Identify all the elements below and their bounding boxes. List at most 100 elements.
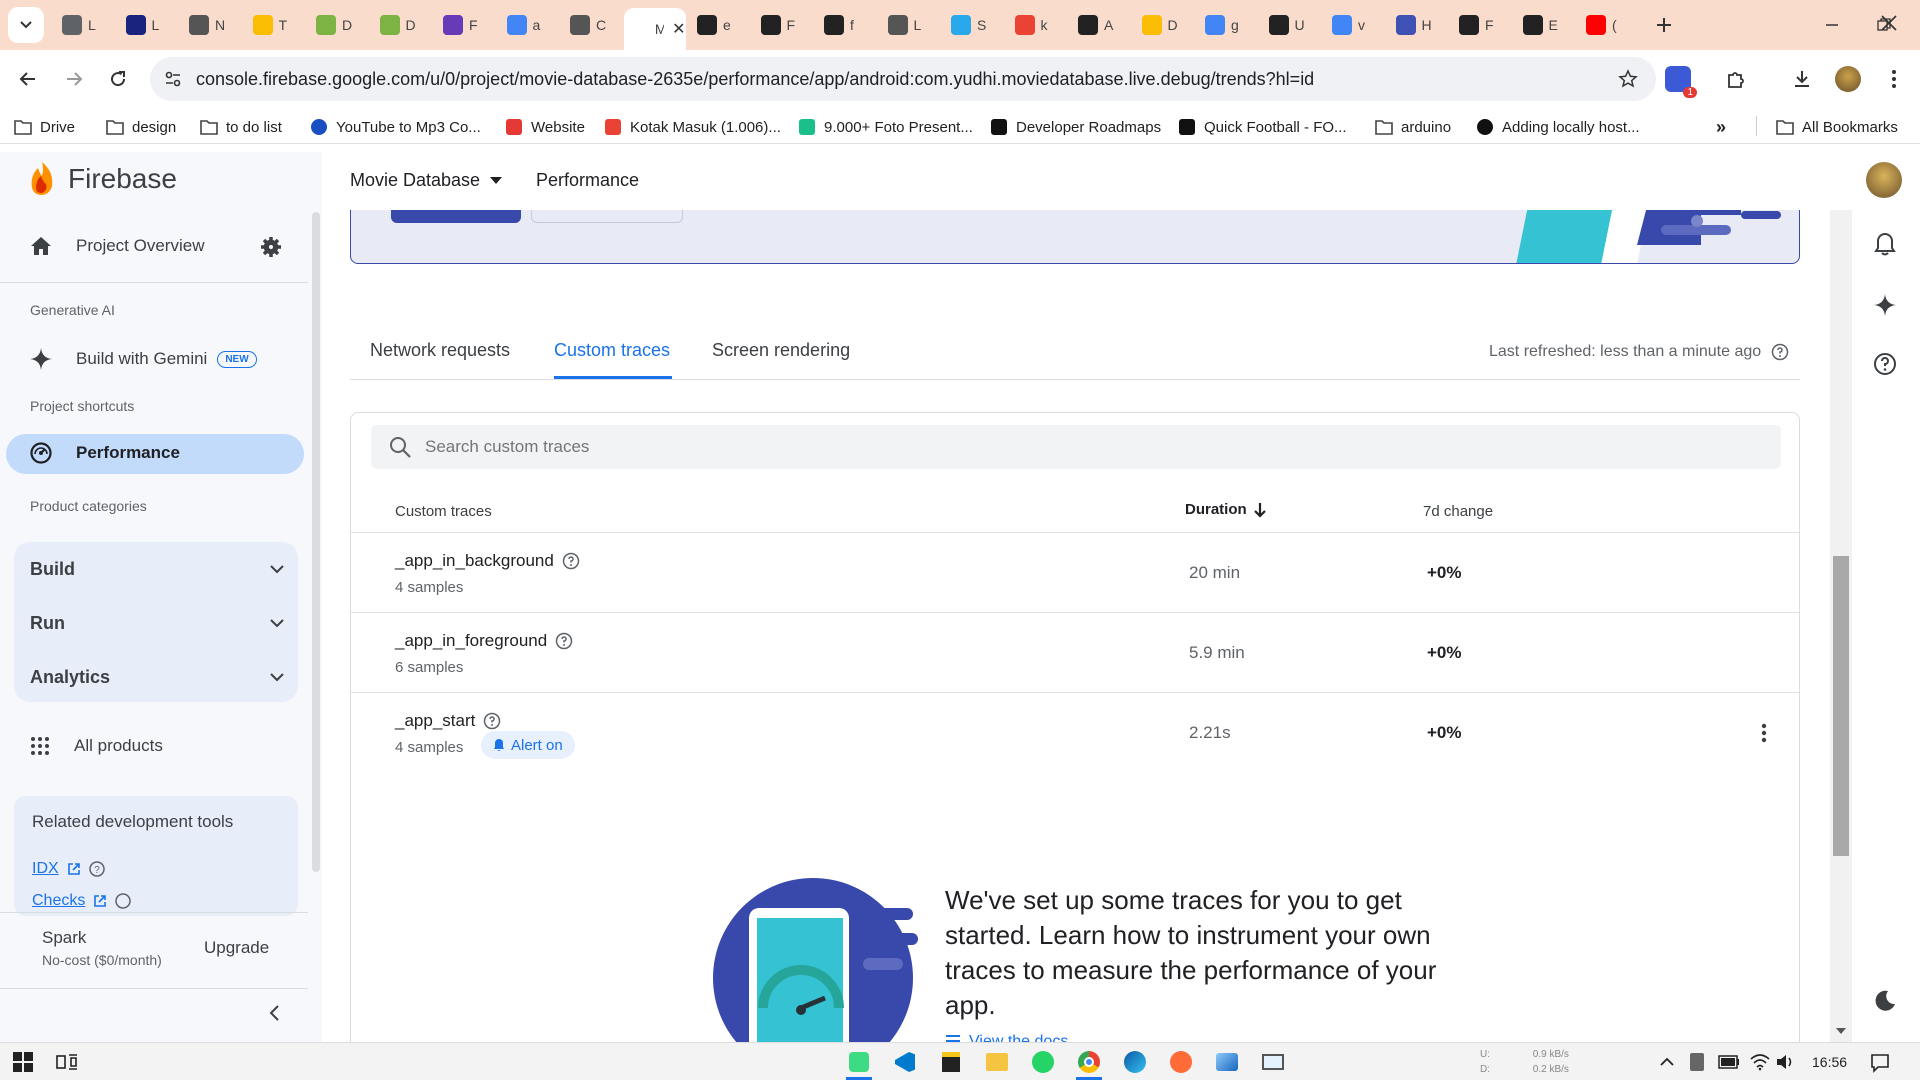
extensions-active-button[interactable]: 1 [1660, 61, 1697, 98]
minimize-button[interactable] [1814, 7, 1850, 43]
sparkle-icon[interactable] [1874, 294, 1896, 316]
bookmark-item[interactable]: Website [505, 116, 585, 138]
tab-screen-rendering[interactable]: Screen rendering [712, 340, 850, 361]
help-icon[interactable] [1873, 352, 1897, 376]
bookmark-item[interactable]: to do list [200, 116, 282, 138]
extensions-button[interactable] [1718, 61, 1754, 97]
browser-tab[interactable]: f [814, 8, 876, 42]
project-selector[interactable]: Movie Database [350, 170, 503, 191]
url-text[interactable]: console.firebase.google.com/u/0/project/… [196, 69, 1314, 90]
profile-button[interactable] [1830, 61, 1866, 97]
account-avatar[interactable] [1866, 162, 1902, 198]
bell-icon[interactable] [1874, 232, 1896, 256]
browser-tab[interactable]: F [1449, 8, 1511, 42]
close-tab-icon[interactable]: ✕ [672, 19, 685, 39]
tab-custom-traces[interactable]: Custom traces [554, 340, 670, 361]
chevron-up-icon[interactable] [1660, 1057, 1674, 1067]
clock[interactable]: 16:56 [1812, 1054, 1847, 1070]
category-build[interactable]: Build [14, 542, 298, 596]
help-icon[interactable] [115, 893, 132, 909]
bookmark-item[interactable]: Quick Football - FO... [1178, 116, 1347, 138]
banner-primary-button[interactable] [391, 210, 521, 223]
bookmark-item[interactable]: Adding locally host... [1476, 116, 1640, 138]
browser-tab[interactable]: M ✕ [623, 8, 686, 50]
sidebar-item-all-products[interactable]: All products [30, 736, 163, 756]
reload-button[interactable] [100, 61, 136, 97]
taskbar-android-studio[interactable] [846, 1049, 872, 1075]
page-scrollbar-thumb[interactable] [1833, 556, 1849, 856]
checks-link[interactable]: Checks [32, 892, 132, 910]
browser-tab[interactable]: e [687, 8, 749, 42]
forward-button[interactable] [56, 61, 92, 97]
bookmark-star-icon[interactable] [1618, 69, 1638, 89]
trace-name[interactable]: _app_in_foreground [395, 631, 573, 651]
taskbar-whatsapp[interactable] [1030, 1049, 1056, 1075]
more-bookmarks-button[interactable]: » [1716, 116, 1726, 138]
back-button[interactable] [10, 61, 46, 97]
taskbar-chrome[interactable] [1076, 1049, 1102, 1075]
bookmark-item[interactable]: YouTube to Mp3 Co... [310, 116, 481, 138]
browser-tab[interactable]: A [1068, 8, 1130, 42]
bookmark-item[interactable]: 9.000+ Foto Present... [798, 116, 973, 138]
browser-tab[interactable]: S [941, 8, 1003, 42]
browser-tab[interactable]: v [1322, 8, 1384, 42]
table-row[interactable]: _app_start 4 samples Alert on 2.21s +0% [351, 693, 1799, 773]
help-icon[interactable]: ? [88, 861, 105, 877]
banner-secondary-button[interactable] [531, 210, 683, 223]
dark-mode-icon[interactable] [1874, 990, 1896, 1012]
site-info-icon[interactable] [164, 70, 182, 88]
browser-tab[interactable]: k [1005, 8, 1067, 42]
browser-tab[interactable]: D [370, 8, 432, 42]
browser-tab[interactable]: g [1195, 8, 1257, 42]
browser-tab[interactable]: T [243, 8, 305, 42]
column-header-duration[interactable]: Duration [1185, 501, 1267, 518]
volume-icon[interactable] [1776, 1053, 1796, 1071]
taskbar-app[interactable] [1214, 1049, 1240, 1075]
browser-tab[interactable]: E [1513, 8, 1575, 42]
all-bookmarks-button[interactable]: All Bookmarks [1776, 116, 1898, 138]
task-view-button[interactable] [54, 1049, 80, 1075]
taskbar-postman[interactable] [1168, 1049, 1194, 1075]
table-row[interactable]: _app_in_foreground 6 samples 5.9 min +0% [351, 613, 1799, 693]
scroll-down-arrow-icon[interactable] [1836, 1028, 1846, 1036]
category-analytics[interactable]: Analytics [14, 650, 298, 704]
wifi-icon[interactable] [1750, 1053, 1770, 1071]
tab-search-button[interactable] [8, 7, 44, 43]
bookmark-item[interactable]: design [106, 116, 176, 138]
taskbar-vscode[interactable] [892, 1049, 918, 1075]
category-run[interactable]: Run [14, 596, 298, 650]
sidebar-scrollbar[interactable] [312, 212, 320, 872]
help-icon[interactable] [483, 712, 501, 730]
bookmark-item[interactable]: Drive [14, 116, 75, 138]
browser-tab[interactable]: U [1259, 8, 1321, 42]
bookmark-item[interactable]: arduino [1375, 116, 1451, 138]
trace-name[interactable]: _app_start [395, 711, 501, 731]
taskbar-edge[interactable] [1122, 1049, 1148, 1075]
help-icon[interactable] [562, 552, 580, 570]
taskbar-file-explorer[interactable] [984, 1049, 1010, 1075]
browser-tab[interactable]: L [52, 8, 114, 42]
search-custom-traces[interactable] [371, 425, 1781, 469]
collapse-sidebar-button[interactable] [268, 1004, 280, 1022]
page-scrollbar-track[interactable] [1830, 210, 1852, 1042]
upgrade-button[interactable]: Upgrade [204, 938, 269, 958]
more-vert-icon[interactable] [1761, 723, 1767, 743]
section-title[interactable]: Performance [536, 170, 639, 191]
browser-menu-button[interactable] [1876, 61, 1912, 97]
help-icon[interactable] [1771, 343, 1789, 361]
battery-icon[interactable] [1718, 1055, 1740, 1069]
browser-tab[interactable]: H [1386, 8, 1448, 42]
browser-tab[interactable]: N [179, 8, 241, 42]
bookmark-item[interactable]: Developer Roadmaps [990, 116, 1161, 138]
tab-network-requests[interactable]: Network requests [370, 340, 510, 361]
taskbar-monitor[interactable] [1260, 1049, 1286, 1075]
help-icon[interactable] [555, 632, 573, 650]
table-row[interactable]: _app_in_background 4 samples 20 min +0% [351, 533, 1799, 613]
sidebar-item-build-with-gemini[interactable]: Build with Gemini NEW [30, 348, 257, 370]
browser-tab[interactable]: a [497, 8, 559, 42]
bookmark-item[interactable]: Kotak Masuk (1.006)... [604, 116, 781, 138]
trace-name[interactable]: _app_in_background [395, 551, 580, 571]
firebase-logo[interactable]: Firebase [28, 162, 177, 196]
browser-tab[interactable]: D [1132, 8, 1194, 42]
alert-on-chip[interactable]: Alert on [481, 731, 575, 759]
